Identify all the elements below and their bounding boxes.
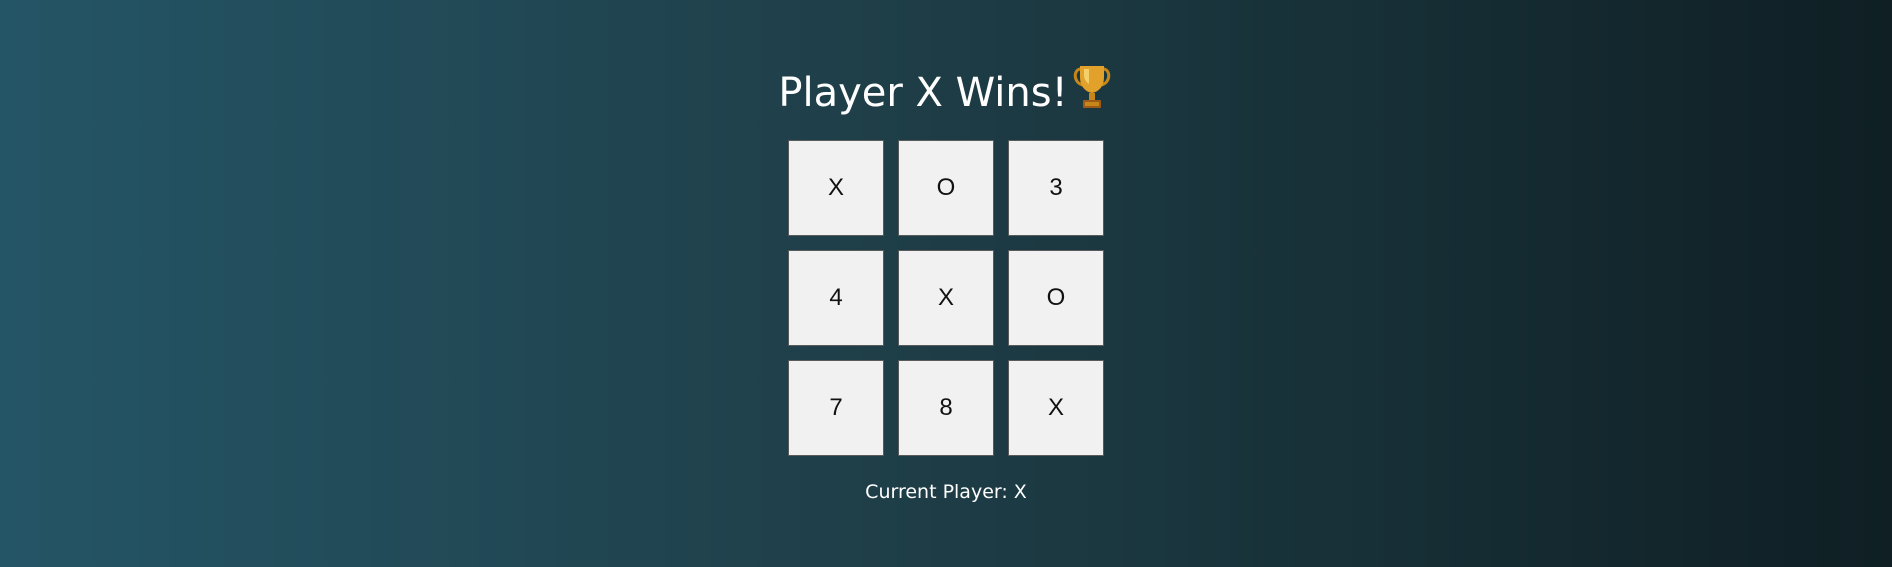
board-cell-6[interactable]: O bbox=[1008, 250, 1104, 346]
board-cell-8[interactable]: 8 bbox=[898, 360, 994, 456]
game-board: X O 3 4 X O 7 8 X bbox=[788, 140, 1106, 458]
game-screen: Player X Wins! X O 3 4 X O 7 8 X Current… bbox=[0, 0, 1892, 567]
board-cell-3[interactable]: 3 bbox=[1008, 140, 1104, 236]
board-cell-7[interactable]: 7 bbox=[788, 360, 884, 456]
board-cell-9[interactable]: X bbox=[1008, 360, 1104, 456]
board-cell-1[interactable]: X bbox=[788, 140, 884, 236]
board-cell-2[interactable]: O bbox=[898, 140, 994, 236]
current-player-status: Current Player: X bbox=[865, 481, 1027, 503]
trophy-icon bbox=[1070, 62, 1114, 112]
game-title: Player X Wins! bbox=[0, 62, 1892, 123]
board-cell-5[interactable]: X bbox=[898, 250, 994, 346]
game-title-text: Player X Wins! bbox=[778, 70, 1068, 116]
board-cell-4[interactable]: 4 bbox=[788, 250, 884, 346]
